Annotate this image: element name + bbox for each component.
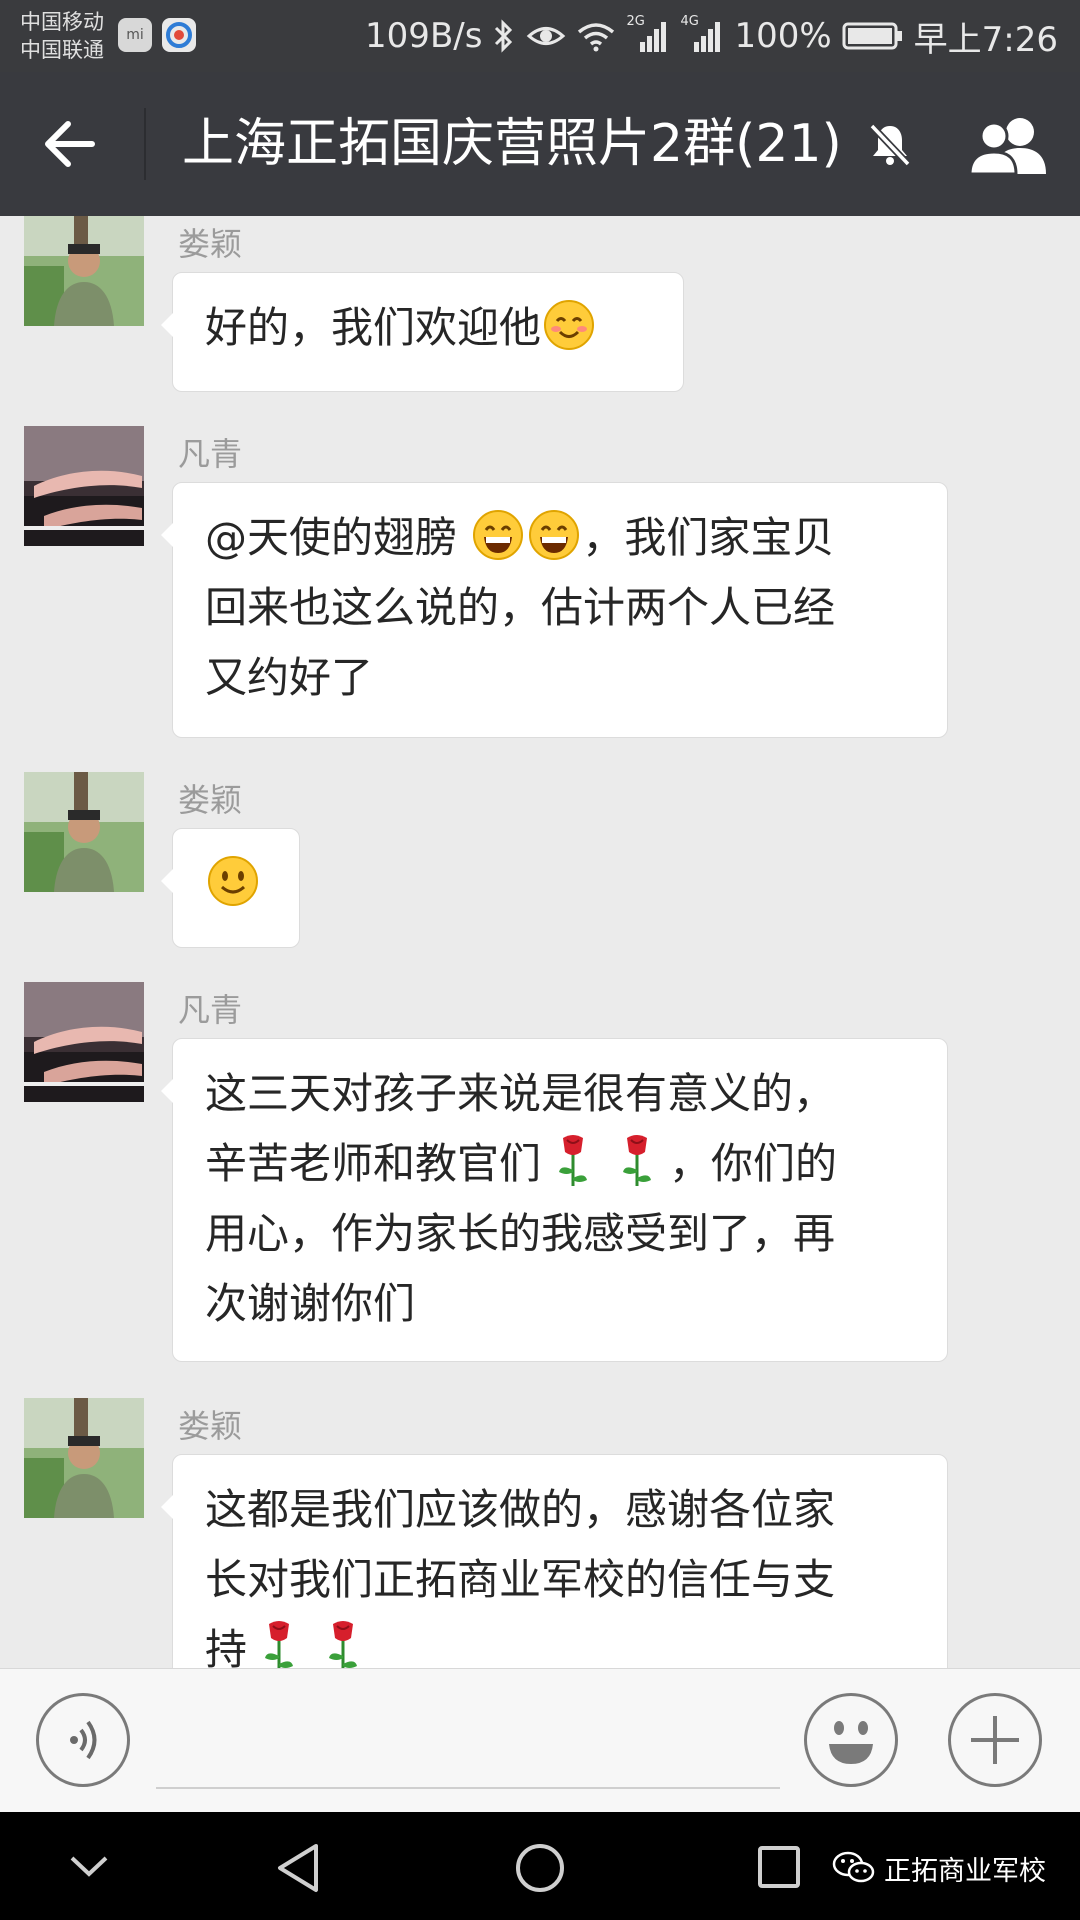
- soldier-avatar[interactable]: [24, 772, 144, 892]
- carrier-name-1: 中国移动: [20, 10, 104, 34]
- message-text: 好的，我们欢迎他: [205, 303, 542, 352]
- battery-icon: [842, 22, 902, 50]
- message-bubble[interactable]: [161, 828, 300, 948]
- carrier-name-2: 中国联通: [20, 38, 104, 62]
- nav-home-icon[interactable]: [514, 1842, 566, 1894]
- message-line: 次谢谢你们: [205, 1279, 416, 1328]
- sender-name: 娄颖: [178, 781, 243, 819]
- chevron-down-icon[interactable]: [66, 1846, 112, 1886]
- mi-app-icon: mi: [118, 18, 152, 52]
- page-title: 上海正拓国庆营照片2群(21): [182, 114, 842, 174]
- wifi-icon: [578, 23, 615, 52]
- message-text: 持: [205, 1625, 248, 1668]
- sender-name: 凡青: [178, 435, 243, 473]
- signal-4g-icon: 4G: [680, 14, 724, 56]
- sender-name: 凡青: [178, 991, 243, 1029]
- message-text: 辛苦老师和教官们: [205, 1139, 542, 1188]
- wechat-logo-icon: [832, 1851, 875, 1883]
- message-bubble[interactable]: 好的，我们欢迎他: [161, 272, 684, 392]
- arrow-left-icon[interactable]: [40, 116, 100, 172]
- message-line: @天使的翅膀 ，我们家宝贝: [205, 503, 915, 573]
- watermark: 正拓商业军校: [832, 1848, 1046, 1888]
- message-bubble[interactable]: 这都是我们应该做的，感谢各位家 长对我们正拓商业军校的信任与支 持: [161, 1454, 948, 1668]
- emoji-face-icon[interactable]: [804, 1693, 898, 1787]
- piano-hands-avatar[interactable]: [24, 426, 144, 546]
- smile-emoji-icon: [208, 856, 258, 906]
- signal-2g-icon: 2G: [626, 14, 670, 56]
- message-line: 这三天对孩子来说是很有意义的，: [205, 1069, 836, 1118]
- rose-emoji-icon: [265, 1621, 294, 1668]
- clock: 早上7:26: [913, 19, 1058, 60]
- message-line: 辛苦老师和教官们 ，你们的: [205, 1129, 915, 1199]
- soldier-avatar[interactable]: [24, 1398, 144, 1518]
- app-notification-icon: [162, 18, 196, 52]
- piano-hands-avatar[interactable]: [24, 982, 144, 1102]
- message-text: ，你们的: [669, 1139, 838, 1188]
- plus-icon[interactable]: [948, 1693, 1042, 1787]
- message-line: 这都是我们应该做的，感谢各位家: [205, 1485, 836, 1534]
- message-line: 持: [205, 1615, 915, 1668]
- watermark-text: 正拓商业军校: [884, 1855, 1046, 1887]
- message-line: 用心，作为家长的我感受到了，再: [205, 1209, 836, 1258]
- voice-input-icon[interactable]: [36, 1693, 130, 1787]
- header-divider: [144, 108, 146, 180]
- sender-name: 娄颖: [178, 1407, 243, 1445]
- network-speed: 109B/s: [365, 16, 483, 56]
- grin-emoji-icon: [473, 510, 524, 560]
- rose-emoji-icon: [329, 1621, 358, 1668]
- nav-recents-icon[interactable]: [756, 1844, 802, 1890]
- message-text: ，我们家宝贝: [582, 513, 835, 562]
- status-bar: 中国移动 中国联通 mi 109B/s 2G 4G 100% 早上7:26: [0, 0, 1080, 72]
- grin-emoji-icon: [529, 510, 580, 560]
- blush-smile-emoji-icon: [544, 300, 595, 350]
- bell-off-icon: [869, 123, 911, 167]
- message-bubble[interactable]: @天使的翅膀 ，我们家宝贝 回来也这么说的，估计两个人已经 又约好了: [161, 482, 948, 738]
- nav-back-icon[interactable]: [272, 1840, 322, 1896]
- message-line: 回来也这么说的，估计两个人已经: [205, 583, 836, 632]
- chat-messages[interactable]: 娄颖 好的，我们欢迎他 凡青 @天使的翅膀 ，我们家宝贝 回来也这么说的，估计两…: [0, 216, 1080, 1668]
- sender-name: 娄颖: [178, 225, 243, 263]
- soldier-avatar[interactable]: [24, 216, 144, 326]
- status-indicators: 109B/s 2G 4G 100% 早上7:26: [365, 14, 1058, 60]
- rose-emoji-icon: [623, 1135, 652, 1186]
- message-line: 长对我们正拓商业军校的信任与支: [205, 1555, 836, 1604]
- message-bubble[interactable]: 这三天对孩子来说是很有意义的， 辛苦老师和教官们 ，你们的 用心，作为家长的我感受…: [161, 1038, 948, 1362]
- eye-icon: [527, 27, 566, 45]
- message-line: 又约好了: [205, 653, 374, 702]
- message-input[interactable]: [156, 1787, 780, 1789]
- chat-input-bar: [0, 1668, 1080, 1812]
- group-members-icon[interactable]: [966, 114, 1050, 176]
- bluetooth-icon: [495, 19, 513, 53]
- battery-percent: 100%: [734, 16, 832, 56]
- chat-header: 上海正拓国庆营照片2群(21): [0, 72, 1080, 216]
- carrier-info: 中国移动 中国联通: [20, 8, 104, 64]
- system-nav-bar: 正拓商业军校: [0, 1812, 1080, 1920]
- rose-emoji-icon: [559, 1135, 588, 1186]
- message-text: @天使的翅膀: [205, 513, 471, 562]
